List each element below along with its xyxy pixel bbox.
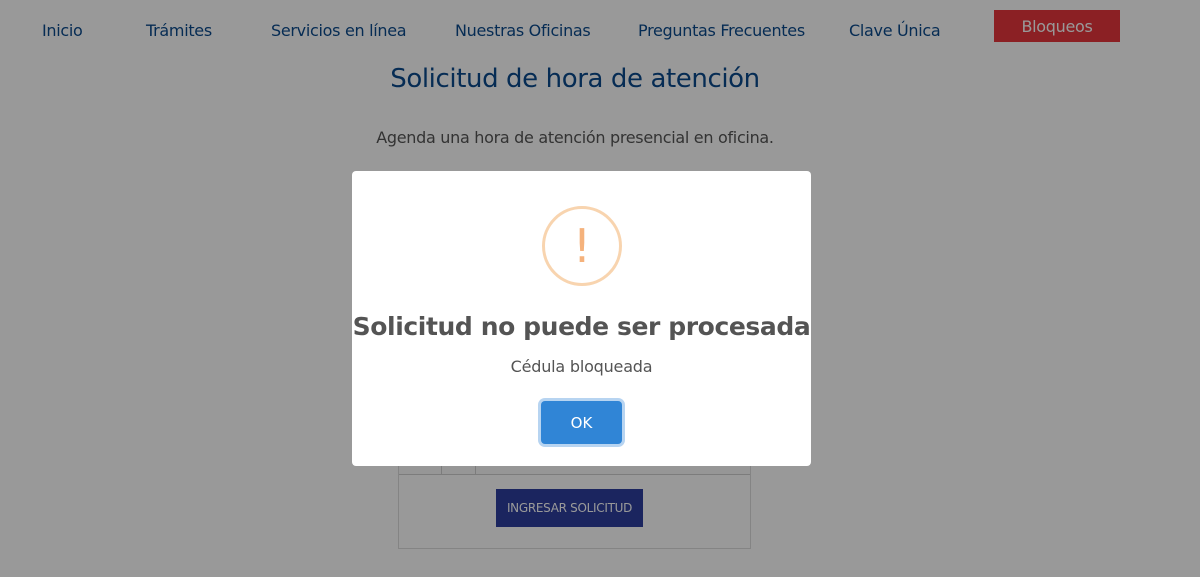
alert-dialog: ! Solicitud no puede ser procesada Cédul…: [352, 171, 811, 466]
warning-icon: !: [542, 206, 622, 286]
exclamation-icon: !: [572, 219, 592, 273]
ok-button[interactable]: OK: [541, 401, 622, 444]
dialog-message: Cédula bloqueada: [510, 357, 653, 376]
dialog-title: Solicitud no puede ser procesada: [352, 312, 811, 341]
